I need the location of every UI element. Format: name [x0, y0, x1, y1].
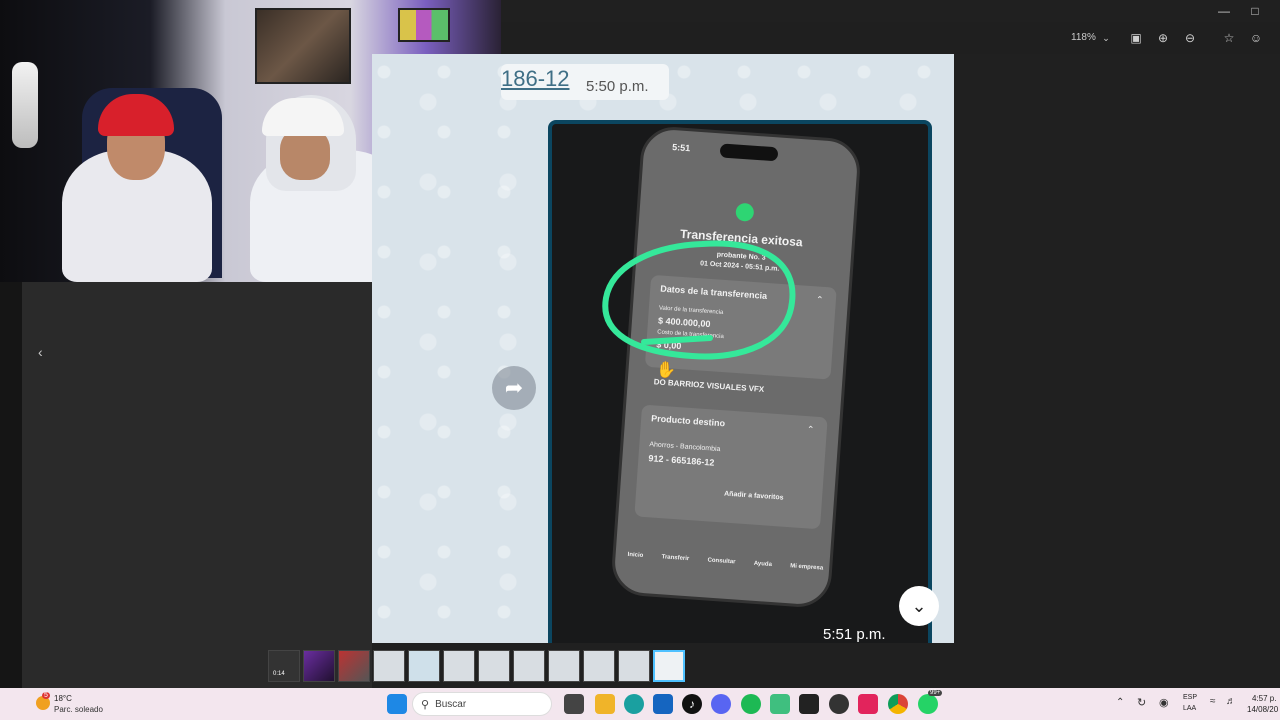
nav-inicio: Inicio: [627, 551, 644, 559]
weather-temp: 18°C: [54, 694, 72, 703]
weather-desc: Parc. soleado: [54, 705, 103, 714]
viewer-toolbar: 118% ⌄ ▣ ⊕ ⊖ ☆ ☺: [501, 22, 1280, 54]
windows-start-icon[interactable]: [387, 694, 407, 714]
thumbnail-duration: 0:14: [273, 671, 285, 677]
task-view-icon[interactable]: [564, 694, 584, 714]
wall-art-poster: [398, 8, 450, 42]
tiktok-icon[interactable]: ♪: [682, 694, 702, 714]
account-number-link: 186-12: [501, 66, 570, 91]
maximize-icon[interactable]: □: [1247, 3, 1263, 19]
chrome-icon[interactable]: [888, 694, 908, 714]
destination-card: Producto destino ⌃ Ahorros - Bancolombia…: [634, 404, 828, 530]
lion-poster: [255, 8, 351, 84]
volume-icon[interactable]: ♬: [1226, 696, 1236, 707]
highlight-circle: [602, 240, 796, 360]
fit-to-window-icon[interactable]: ▣: [1128, 30, 1144, 46]
nav-transferir: Transferir: [661, 554, 690, 563]
video-timestamp: 5:51 p.m.: [823, 626, 886, 643]
video-thumbnail[interactable]: 0:14: [268, 650, 300, 682]
left-edge-strip: [0, 282, 22, 688]
clock-date[interactable]: 14/08/20: [1247, 705, 1278, 714]
nav-consultar: Consultar: [707, 557, 736, 566]
obs-icon[interactable]: [829, 694, 849, 714]
notification-badge: 99+: [928, 690, 943, 696]
account-number: 912 - 665186-12: [648, 453, 715, 468]
capcut-icon[interactable]: [799, 694, 819, 714]
thumbnail[interactable]: [513, 650, 545, 682]
add-favorites: Añadir a favoritos: [723, 490, 784, 502]
scroll-down-button[interactable]: ⌄: [899, 586, 939, 626]
zoom-level[interactable]: 118%: [1071, 32, 1096, 43]
whatsapp-icon[interactable]: [918, 694, 938, 714]
language-bottom[interactable]: LAA: [1183, 705, 1196, 712]
discord-icon[interactable]: [711, 694, 731, 714]
favorite-star-icon[interactable]: ☆: [1221, 30, 1237, 46]
video-message[interactable]: 5:51 Transferencia exitosa probante No. …: [548, 120, 932, 643]
thumbnail[interactable]: [303, 650, 335, 682]
dynamic-island: [719, 143, 779, 162]
tray-chevron-icon[interactable]: ⌃: [1116, 697, 1124, 708]
tiktok-live-icon[interactable]: [858, 694, 878, 714]
clock-time[interactable]: 4:57 p.: [1252, 694, 1276, 703]
hand-cursor-icon: ✋: [656, 362, 676, 379]
nav-mi-empresa: Mi empresa: [789, 563, 824, 572]
thumbnail-strip: 0:14: [268, 650, 685, 684]
edge-browser-icon[interactable]: [624, 694, 644, 714]
whatsapp-chat-image: 186-12 5:50 p.m. ➦ 5:51 Transferencia ex…: [372, 54, 954, 643]
app-icon[interactable]: [770, 694, 790, 714]
zoom-in-icon[interactable]: ⊕: [1155, 30, 1171, 46]
store-icon[interactable]: [653, 694, 673, 714]
thumbnail[interactable]: [583, 650, 615, 682]
thumbnail[interactable]: [373, 650, 405, 682]
message-time: 5:50 p.m.: [586, 78, 649, 95]
viewer-left-panel: ‹: [22, 282, 372, 688]
thumbnail-active[interactable]: [653, 650, 685, 682]
minimize-icon[interactable]: —: [1216, 3, 1232, 19]
search-placeholder: Buscar: [435, 698, 467, 710]
taskbar-search[interactable]: ⚲ Buscar: [412, 692, 552, 716]
thumbnail[interactable]: [408, 650, 440, 682]
forward-button[interactable]: ➦: [492, 366, 536, 410]
phone-bottom-nav: Inicio Transferir Consultar Ayuda Mi emp…: [627, 528, 825, 582]
microphone-icon: [12, 62, 38, 148]
weather-widget[interactable]: 5 18°C Parc. soleado: [36, 692, 126, 716]
thumbnail[interactable]: [618, 650, 650, 682]
thumbnail[interactable]: [548, 650, 580, 682]
spotify-icon[interactable]: [741, 694, 761, 714]
chevron-down-icon[interactable]: ⌄: [1098, 30, 1114, 46]
language-top[interactable]: ESP: [1183, 694, 1197, 701]
windows-taskbar: 5 18°C Parc. soleado ⚲ Buscar ♪ 99+ ⌃ ↻ …: [0, 688, 1280, 720]
wifi-icon[interactable]: ≈: [1210, 696, 1216, 707]
chevron-up-icon: ⌃: [815, 294, 824, 305]
file-explorer-icon[interactable]: [595, 694, 615, 714]
search-icon: ⚲: [421, 698, 430, 711]
thumbnail[interactable]: [338, 650, 370, 682]
success-dot-icon: [735, 202, 755, 222]
destination-section-title: Producto destino: [650, 413, 726, 429]
phone-status-time: 5:51: [671, 142, 691, 154]
nav-ayuda: Ayuda: [753, 560, 773, 568]
zoom-out-icon[interactable]: ⊖: [1182, 30, 1198, 46]
previous-image-icon[interactable]: ‹: [38, 344, 43, 360]
thumbnail[interactable]: [443, 650, 475, 682]
account-type: Ahorros - Bancolombia: [649, 441, 721, 454]
sync-icon[interactable]: ↻: [1137, 696, 1146, 709]
thumbnail[interactable]: [478, 650, 510, 682]
weather-badge: 5: [42, 692, 50, 699]
microphone-tray-icon[interactable]: ◉: [1159, 696, 1169, 709]
chevron-up-icon: ⌃: [806, 424, 815, 435]
emoji-icon[interactable]: ☺: [1248, 30, 1264, 46]
